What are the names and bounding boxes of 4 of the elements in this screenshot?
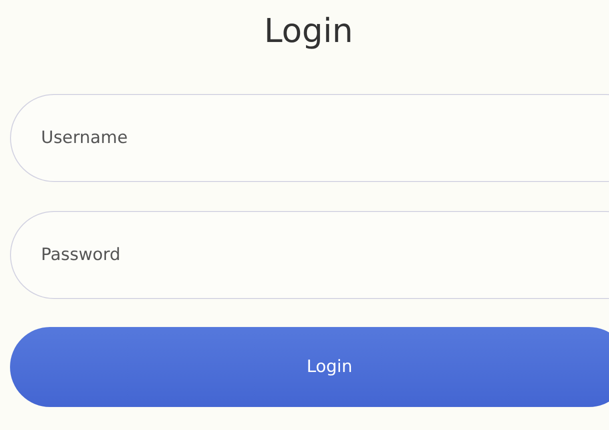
login-button[interactable]: Login <box>10 327 609 407</box>
login-title: Login <box>264 10 354 52</box>
username-field[interactable]: Username <box>10 94 609 182</box>
password-field[interactable]: Password <box>10 211 609 299</box>
